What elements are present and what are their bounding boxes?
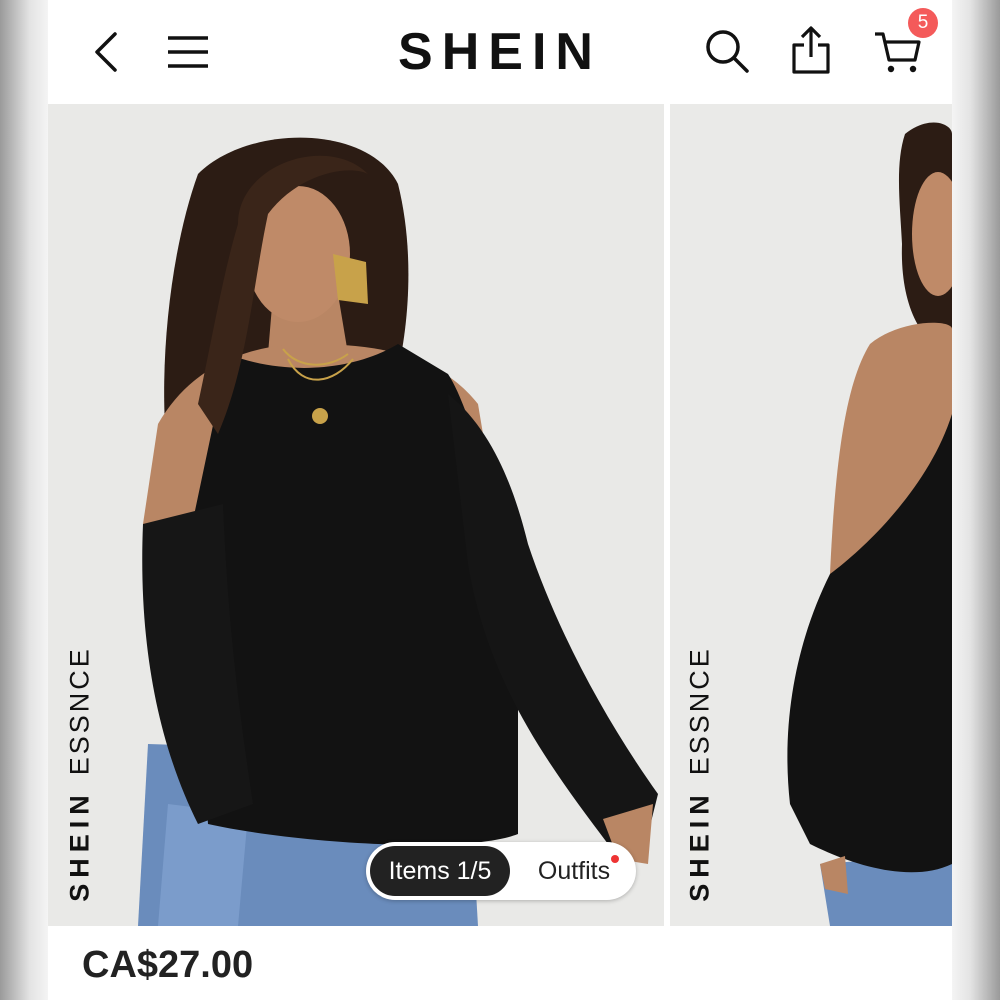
product-image-gallery[interactable]: SHEINESSNCE SHEINESSNCE Items 1/5 Outfit… [48, 104, 952, 926]
back-chevron-icon [95, 32, 117, 72]
share-icon [792, 26, 830, 74]
brand-name: SHEIN [64, 789, 95, 902]
shein-logo[interactable]: SHEIN [338, 22, 662, 82]
menu-button[interactable] [164, 28, 212, 76]
product-info: CA$27.00 [48, 926, 952, 1000]
outfits-tab[interactable]: Outfits [516, 846, 632, 896]
brand-subline: ESSNCE [684, 646, 715, 776]
brand-watermark: SHEIN ESSNCE [680, 644, 720, 904]
new-indicator-dot [611, 855, 619, 863]
share-button[interactable] [786, 24, 836, 76]
product-image-slide[interactable]: SHEIN ESSNCE [48, 104, 664, 926]
brand-watermark: SHEIN ESSNCE [60, 644, 100, 904]
product-image-slide[interactable]: SHEIN ESSNCE [670, 104, 952, 926]
items-tab[interactable]: Items 1/5 [370, 846, 510, 896]
top-nav-bar: SHEIN 5 [48, 0, 952, 104]
product-price: CA$27.00 [82, 944, 254, 986]
app-frame: SHEIN 5 SHEINESSNCE SHEINESSNCE Items 1/… [48, 0, 952, 1000]
brand-subline: ESSNCE [64, 646, 95, 776]
back-button[interactable] [84, 28, 128, 76]
hamburger-menu-icon [168, 36, 208, 68]
items-outfits-switcher: Items 1/5 Outfits [366, 842, 636, 900]
search-icon [706, 30, 749, 73]
search-button[interactable] [702, 26, 752, 76]
product-photo [48, 104, 664, 926]
brand-name: SHEIN [684, 789, 715, 902]
cart-count-badge: 5 [908, 8, 938, 38]
